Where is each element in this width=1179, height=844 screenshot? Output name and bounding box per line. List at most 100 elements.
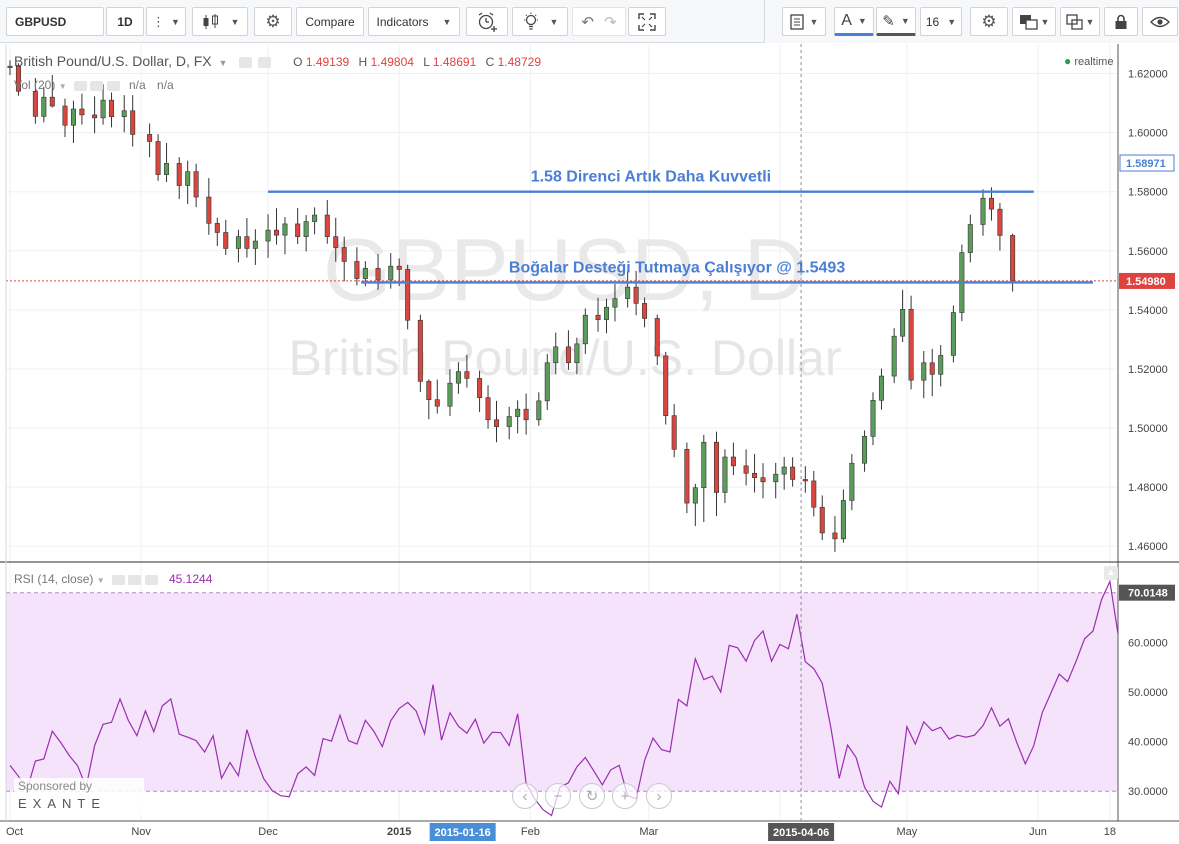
interval-dropdown-button[interactable]: ⋮ ▼ — [146, 7, 186, 36]
chevron-right-icon: › — [656, 787, 662, 805]
candle-body — [832, 532, 838, 540]
eye-icon — [1150, 16, 1170, 27]
fullscreen-button[interactable] — [628, 7, 666, 36]
alert-button[interactable] — [466, 7, 508, 36]
line-color-button[interactable]: ✎ ▼ — [876, 7, 916, 36]
time-tick-label: May — [896, 826, 917, 838]
candle-body — [671, 415, 677, 450]
candle-body — [303, 221, 309, 237]
chevron-down-icon: ▼ — [442, 16, 452, 27]
zoom-in-button[interactable]: + — [612, 783, 638, 809]
clone-button[interactable]: ▼ — [1060, 7, 1100, 36]
maximize-pane-button[interactable]: ▲ — [1104, 566, 1118, 580]
sponsor-badge[interactable]: Sponsored by EXANTE — [14, 778, 144, 814]
lightbulb-icon — [523, 12, 538, 30]
candle-body — [32, 90, 38, 117]
high-value: 1.49804 — [370, 55, 414, 69]
volume-settings-icon[interactable] — [90, 80, 104, 91]
candle-body — [206, 196, 212, 224]
volume-close-icon[interactable] — [106, 80, 120, 91]
chevron-down-icon[interactable]: ▼ — [219, 58, 228, 68]
zoom-out-button[interactable]: − — [545, 783, 571, 809]
indicators-button[interactable]: Indicators ▼ — [368, 7, 460, 36]
chevron-down-icon: ▼ — [900, 15, 910, 26]
price-tick-label: 1.54000 — [1128, 305, 1168, 317]
candle-body — [388, 265, 394, 281]
ideas-button[interactable]: ▼ — [512, 7, 568, 36]
realtime-indicator: ● realtime — [1064, 54, 1113, 68]
resistance-label: 1.58 Direnci Artık Daha Kuvvetli — [531, 169, 771, 186]
candle-body — [929, 362, 935, 375]
candle-body — [477, 378, 483, 398]
indicators-label: Indicators — [376, 14, 429, 29]
settings-small-icon[interactable] — [258, 56, 272, 68]
undo-icon[interactable]: ↶ — [581, 13, 594, 31]
candle-body — [333, 236, 339, 248]
candle-body — [274, 229, 280, 236]
candle-body — [506, 416, 512, 427]
candle-body — [147, 134, 153, 142]
time-tick-label: Nov — [131, 826, 151, 838]
template-button[interactable]: ▼ — [782, 7, 826, 36]
reset-chart-button[interactable]: ↻ — [579, 783, 605, 809]
rsi-tick-label: 60.0000 — [1128, 637, 1168, 649]
candle-body — [7, 65, 13, 68]
redo-icon[interactable]: ↷ — [604, 13, 617, 31]
volume-value-1: n/a — [129, 78, 146, 92]
instrument-title: British Pound/U.S. Dollar, D, FX — [14, 53, 212, 69]
interval-button[interactable]: 1D — [106, 7, 144, 36]
candle-body — [417, 319, 423, 382]
text-color-button[interactable]: A ▼ — [834, 7, 874, 36]
sponsor-logo-text: EXANTE — [18, 796, 107, 811]
candle-body — [49, 96, 55, 107]
bring-to-front-button[interactable]: ▼ — [1012, 7, 1056, 36]
candle-body — [100, 99, 106, 119]
candle-body — [980, 197, 986, 225]
candle-body — [870, 399, 876, 437]
candle-body — [642, 303, 648, 319]
settings-button[interactable]: ⚙ — [254, 7, 292, 36]
price-tick-label: 1.58000 — [1128, 187, 1168, 199]
candle-body — [730, 456, 736, 467]
support-label: Boğalar Desteği Tutmaya Çalışıyor @ 1.54… — [509, 259, 845, 276]
chart-canvas[interactable]: GBPUSD, D British Pound/U.S. Dollar 1.58… — [0, 43, 1179, 844]
compare-button[interactable]: Compare — [296, 7, 364, 36]
candle-body — [494, 419, 500, 427]
sponsor-label: Sponsored by — [18, 779, 93, 793]
lock-icon — [1115, 14, 1127, 29]
clone-icon — [1065, 13, 1083, 30]
rsi-settings-icon[interactable] — [128, 574, 142, 585]
candle-body — [447, 382, 453, 407]
candle-body — [900, 308, 906, 337]
realtime-label: realtime — [1074, 56, 1114, 68]
open-label: O — [293, 55, 303, 69]
scroll-right-button[interactable]: › — [646, 783, 672, 809]
scroll-left-button[interactable]: ‹ — [512, 783, 538, 809]
candle-body — [582, 314, 588, 345]
chevron-down-icon[interactable]: ▼ — [97, 576, 105, 585]
lock-button[interactable] — [1104, 7, 1138, 36]
top-toolbar: GBPUSD 1D ⋮ ▼ ▼ ⚙ Compare Indicators ▼ ▼… — [0, 0, 1179, 43]
candle-body — [701, 441, 707, 489]
visibility-eye-icon[interactable] — [239, 56, 253, 68]
rsi-eye-icon[interactable] — [111, 574, 125, 585]
font-size-select[interactable]: 16 ▼ — [920, 7, 962, 36]
candle-body — [950, 312, 956, 356]
visibility-button[interactable] — [1142, 7, 1178, 36]
volume-eye-icon[interactable] — [73, 80, 87, 91]
candle-body — [684, 449, 690, 504]
symbol-search-input[interactable]: GBPUSD — [6, 7, 104, 36]
candle-body — [434, 399, 440, 407]
candle-body — [164, 163, 170, 175]
candle-body — [840, 500, 846, 540]
drawing-settings-button[interactable]: ⚙ — [970, 7, 1008, 36]
candle-body — [92, 114, 98, 119]
rsi-tick-label: 50.0000 — [1128, 687, 1168, 699]
font-size-value: 16 — [925, 14, 940, 29]
chart-style-button[interactable]: ▼ — [192, 7, 248, 36]
rsi-close-icon[interactable] — [144, 574, 158, 585]
candle-body — [109, 99, 115, 117]
chevron-down-icon[interactable]: ▼ — [59, 82, 67, 91]
candle-body — [214, 223, 220, 233]
time-tick-label: Oct — [6, 826, 23, 838]
